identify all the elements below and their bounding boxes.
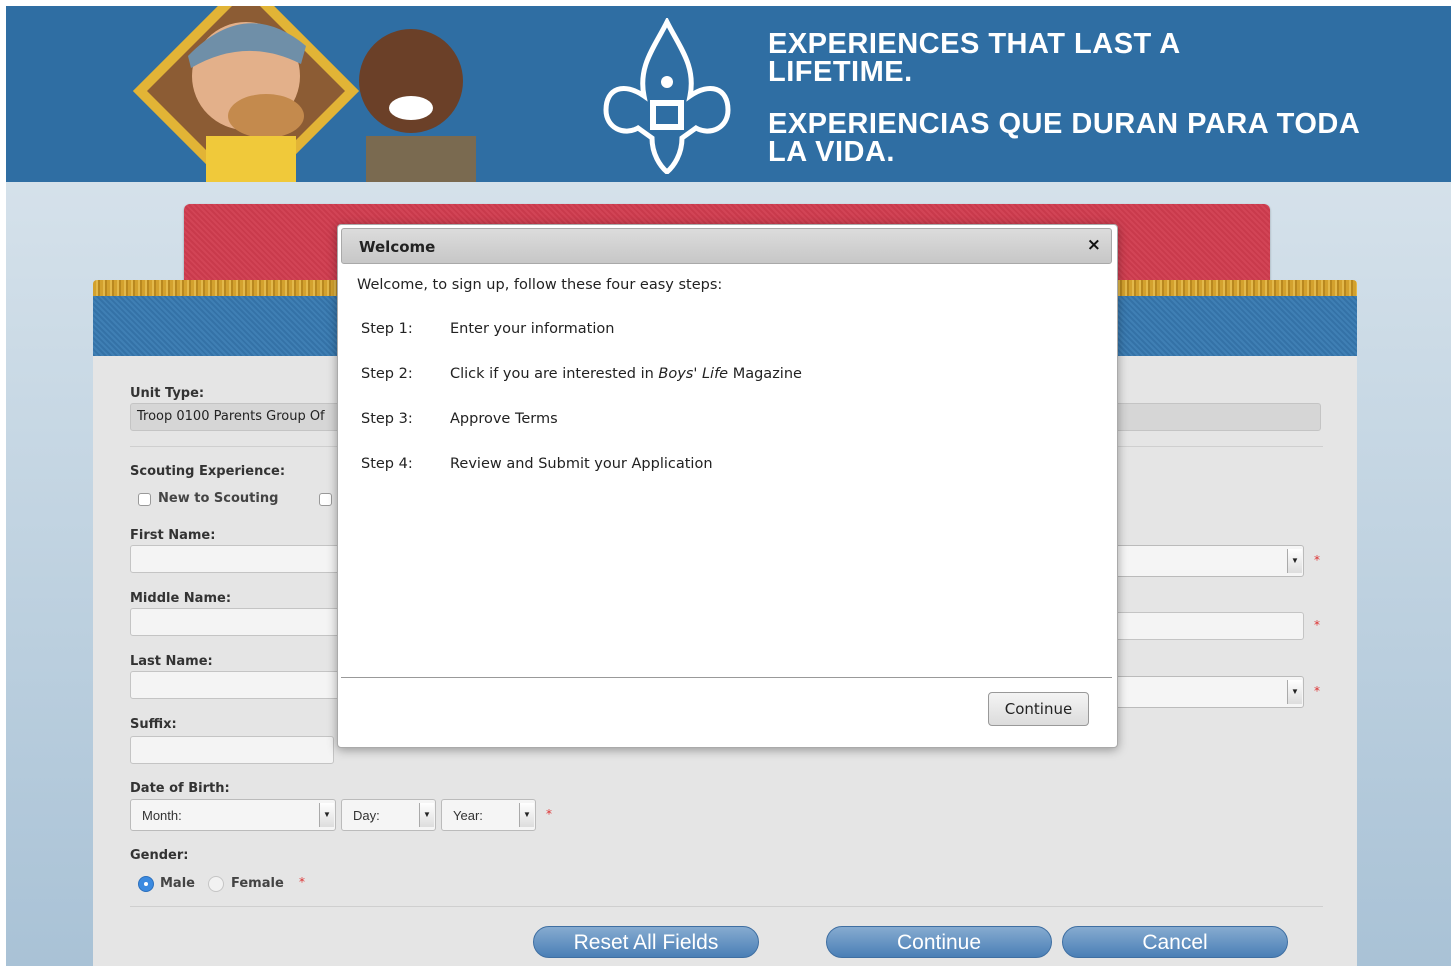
step-2-desc-before: Click if you are interested in <box>450 366 659 382</box>
last-name-input[interactable] <box>130 671 340 699</box>
dob-day-value: Day: <box>353 808 380 823</box>
step-3-desc: Approve Terms <box>450 411 558 427</box>
new-to-scouting-checkbox[interactable] <box>138 493 151 506</box>
required-asterisk: * <box>546 807 552 821</box>
scouting-emblem-icon <box>603 18 731 174</box>
step-1-label: Step 1: <box>361 321 413 337</box>
gender-female-label: Female <box>231 876 284 891</box>
required-asterisk: * <box>1314 553 1320 567</box>
dialog-continue-button[interactable]: Continue <box>988 692 1089 726</box>
scouting-experience-label: Scouting Experience: <box>130 464 286 479</box>
step-2-desc-after: Magazine <box>728 366 802 382</box>
last-name-label: Last Name: <box>130 654 213 669</box>
chevron-down-icon: ▼ <box>319 803 334 827</box>
step-4-desc: Review and Submit your Application <box>450 456 713 472</box>
slogan-english: EXPERIENCES THAT LAST A LIFETIME. <box>768 28 1180 88</box>
dialog-intro: Welcome, to sign up, follow these four e… <box>357 277 723 293</box>
chevron-down-icon: ▼ <box>419 803 434 827</box>
middle-name-label: Middle Name: <box>130 591 232 606</box>
chevron-down-icon: ▼ <box>1287 680 1302 704</box>
new-to-scouting-label: New to Scouting <box>158 491 279 506</box>
dob-day-select[interactable]: Day: ▼ <box>341 799 436 831</box>
step-2-desc-italic: Boys' Life <box>658 366 729 382</box>
banner-slogan: EXPERIENCES THAT LAST A LIFETIME. EXPERI… <box>768 28 1368 168</box>
suffix-input[interactable] <box>130 736 334 764</box>
app-window: EXPERIENCES THAT LAST A LIFETIME. EXPERI… <box>6 6 1451 966</box>
step-2-label: Step 2: <box>361 366 413 382</box>
dialog-titlebar: Welcome × <box>341 228 1112 264</box>
gender-male-label: Male <box>160 876 195 891</box>
chevron-down-icon: ▼ <box>519 803 534 827</box>
close-icon[interactable]: × <box>1087 235 1101 255</box>
right-select-3[interactable]: ▼ <box>1106 676 1304 708</box>
gender-male-radio[interactable] <box>138 876 154 892</box>
first-name-label: First Name: <box>130 528 216 543</box>
dob-label: Date of Birth: <box>130 781 230 796</box>
gender-label: Gender: <box>130 848 189 863</box>
required-asterisk: * <box>1314 684 1320 698</box>
right-input-2[interactable] <box>1106 612 1304 640</box>
welcome-dialog: Welcome × Welcome, to sign up, follow th… <box>337 224 1118 748</box>
middle-name-input[interactable] <box>130 608 340 636</box>
slogan-spanish: EXPERIENCIAS QUE DURAN PARA TODA LA VIDA… <box>768 108 1360 168</box>
divider <box>130 906 1323 907</box>
scouts-photo <box>116 6 556 182</box>
reset-all-fields-button[interactable]: Reset All Fields <box>533 926 759 958</box>
right-select-1[interactable]: ▼ <box>1106 545 1304 577</box>
dialog-title: Welcome <box>359 238 436 256</box>
first-name-input[interactable] <box>130 545 340 573</box>
step-4-label: Step 4: <box>361 456 413 472</box>
step-2-desc: Click if you are interested in Boys' Lif… <box>450 366 802 382</box>
dob-year-select[interactable]: Year: ▼ <box>441 799 536 831</box>
cancel-button[interactable]: Cancel <box>1062 926 1288 958</box>
dialog-footer-divider <box>341 677 1112 678</box>
chevron-down-icon: ▼ <box>1287 549 1302 573</box>
experience-checkbox-2[interactable] <box>319 493 332 506</box>
required-asterisk: * <box>299 875 305 889</box>
dob-month-value: Month: <box>142 808 182 823</box>
suffix-label: Suffix: <box>130 717 177 732</box>
dob-year-value: Year: <box>453 808 483 823</box>
step-3-label: Step 3: <box>361 411 413 427</box>
required-asterisk: * <box>1314 618 1320 632</box>
dob-month-select[interactable]: Month: ▼ <box>130 799 336 831</box>
continue-button[interactable]: Continue <box>826 926 1052 958</box>
gender-female-radio[interactable] <box>208 876 224 892</box>
step-1-desc: Enter your information <box>450 321 615 337</box>
header-banner: EXPERIENCES THAT LAST A LIFETIME. EXPERI… <box>6 6 1451 182</box>
unit-type-label: Unit Type: <box>130 386 205 401</box>
